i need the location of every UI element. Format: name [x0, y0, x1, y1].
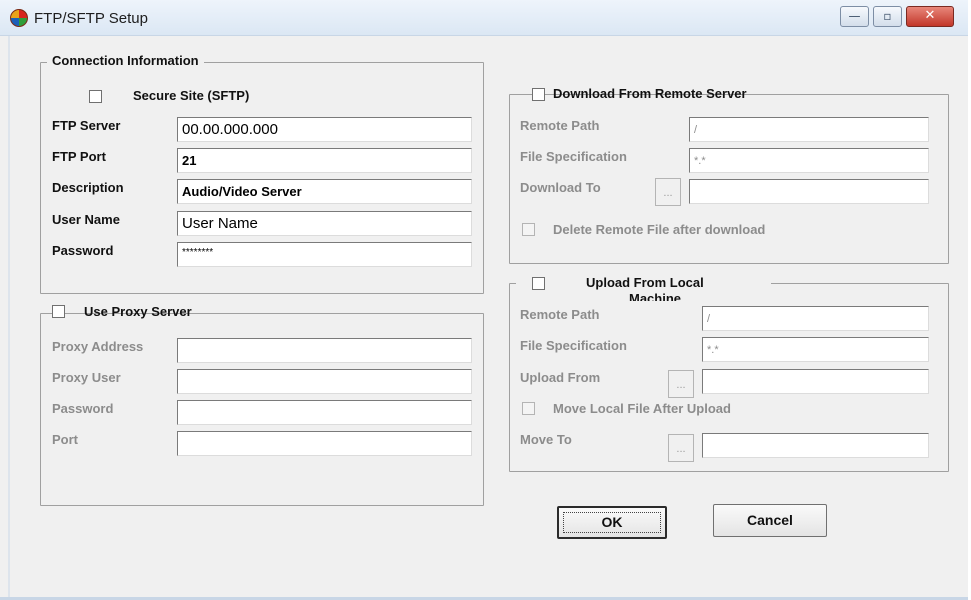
proxy-user-label: Proxy User: [52, 370, 121, 385]
upload-from-label: Upload From: [520, 370, 601, 385]
proxy-password-input[interactable]: [177, 400, 472, 425]
secure-site-label: Secure Site (SFTP): [133, 88, 250, 103]
ok-button[interactable]: OK: [557, 506, 667, 539]
download-to-label: Download To: [520, 180, 601, 195]
upload-browse-button[interactable]: ...: [668, 370, 694, 398]
upload-remote-path-input[interactable]: /: [702, 306, 929, 331]
close-icon: ✕: [924, 8, 936, 23]
ftp-port-label: FTP Port: [52, 149, 106, 164]
ftp-setup-window: FTP/SFTP Setup — ▫ ✕ Connection Informat…: [0, 0, 968, 600]
download-remote-path-input[interactable]: /: [689, 117, 929, 142]
upload-file-spec-input[interactable]: *.*: [702, 337, 929, 362]
ftp-server-input[interactable]: 00.00.000.000: [177, 117, 472, 142]
upload-legend-overflow: Machine: [586, 285, 726, 301]
proxy-port-label: Port: [52, 432, 78, 447]
move-local-label: Move Local File After Upload: [553, 401, 731, 416]
download-checkbox[interactable]: [532, 88, 545, 101]
download-file-spec-input[interactable]: *.*: [689, 148, 929, 173]
download-browse-button[interactable]: ...: [655, 178, 681, 206]
proxy-password-label: Password: [52, 401, 114, 416]
cancel-button-label: Cancel: [747, 512, 793, 528]
download-remote-path-label: Remote Path: [520, 118, 600, 133]
globe-icon: [10, 9, 28, 27]
minimize-button[interactable]: —: [840, 6, 869, 27]
download-label: Download From Remote Server: [553, 86, 747, 101]
title-bar: FTP/SFTP Setup — ▫ ✕: [0, 0, 968, 36]
connection-legend: Connection Information: [47, 53, 204, 69]
move-to-browse-button[interactable]: ...: [668, 434, 694, 462]
ok-button-label: OK: [601, 514, 623, 530]
use-proxy-label: Use Proxy Server: [84, 304, 192, 319]
upload-from-input[interactable]: [702, 369, 929, 394]
proxy-address-input[interactable]: [177, 338, 472, 363]
proxy-address-label: Proxy Address: [52, 339, 144, 354]
password-label: Password: [52, 243, 114, 258]
proxy-port-input[interactable]: [177, 431, 472, 456]
download-file-spec-label: File Specification: [520, 149, 627, 164]
move-to-input[interactable]: [702, 433, 929, 458]
upload-legend-overflow-text: Machine: [629, 291, 682, 301]
description-input[interactable]: Audio/Video Server: [177, 179, 472, 204]
maximize-icon: ▫: [883, 9, 892, 23]
close-button[interactable]: ✕: [906, 6, 954, 27]
upload-checkbox[interactable]: [532, 277, 545, 290]
maximize-button[interactable]: ▫: [873, 6, 902, 27]
user-name-input[interactable]: User Name: [177, 211, 472, 236]
ftp-port-input[interactable]: 21: [177, 148, 472, 173]
delete-remote-label: Delete Remote File after download: [553, 222, 766, 237]
ftp-server-label: FTP Server: [52, 118, 121, 133]
proxy-user-input[interactable]: [177, 369, 472, 394]
description-label: Description: [52, 180, 124, 195]
upload-remote-path-label: Remote Path: [520, 307, 600, 322]
upload-file-spec-label: File Specification: [520, 338, 627, 353]
secure-site-checkbox[interactable]: [89, 90, 102, 103]
use-proxy-checkbox[interactable]: [52, 305, 65, 318]
user-name-label: User Name: [52, 212, 120, 227]
move-local-checkbox[interactable]: [522, 402, 535, 415]
cancel-button[interactable]: Cancel: [713, 504, 827, 537]
download-to-input[interactable]: [689, 179, 929, 204]
move-to-label: Move To: [520, 432, 572, 447]
window-frame-left: [8, 36, 10, 600]
password-input[interactable]: ********: [177, 242, 472, 267]
window-title: FTP/SFTP Setup: [34, 10, 148, 27]
delete-remote-checkbox[interactable]: [522, 223, 535, 236]
minimize-icon: —: [848, 9, 861, 23]
